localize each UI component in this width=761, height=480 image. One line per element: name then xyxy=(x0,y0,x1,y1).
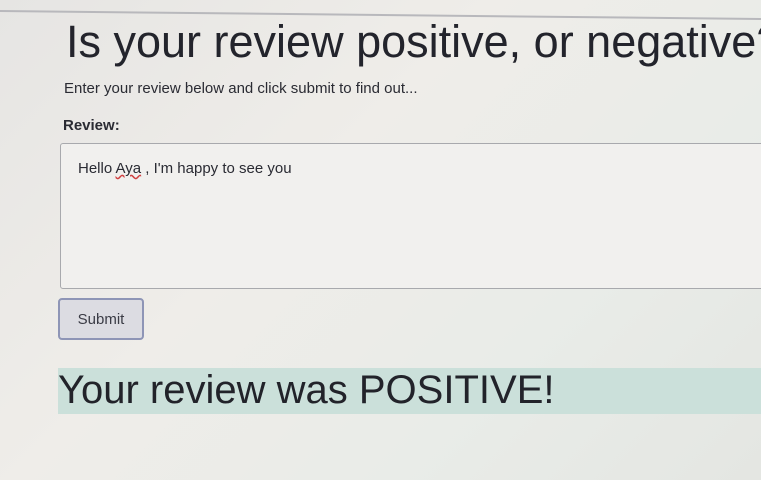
result-banner: Your review was POSITIVE! xyxy=(58,368,761,414)
review-text: Hello xyxy=(78,160,116,177)
review-text-rest: , I'm happy to see you xyxy=(141,160,292,177)
review-label: Review: xyxy=(63,117,120,134)
review-textarea[interactable]: Hello Aya , I'm happy to see you xyxy=(60,143,761,289)
review-text-misspelled: Aya xyxy=(115,160,142,177)
instructions: Enter your review below and click submit… xyxy=(64,80,418,97)
page-title: Is your review positive, or negative? xyxy=(66,16,761,67)
submit-button[interactable]: Submit xyxy=(58,298,144,340)
